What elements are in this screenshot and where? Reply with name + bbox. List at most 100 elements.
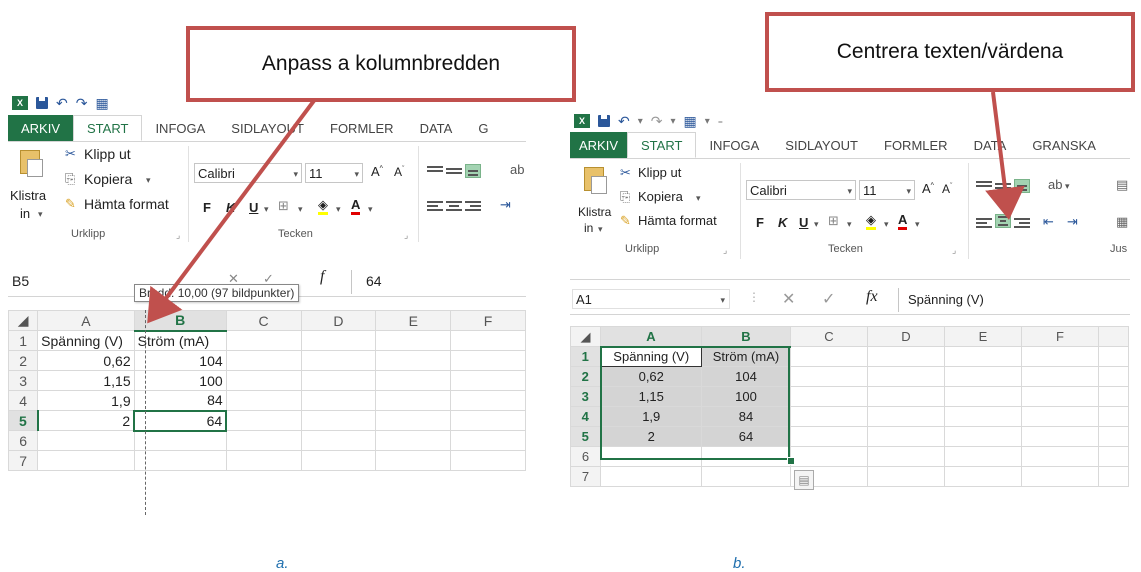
font-size-select[interactable]: 11 ▾ [305,163,363,183]
cell[interactable] [225,370,302,391]
name-box[interactable]: B5 [12,273,29,289]
quick-analysis-icon[interactable]: ▤ [794,470,814,490]
cell-a2[interactable]: 0,62 [37,350,135,371]
row-header[interactable]: 1 [570,346,602,367]
orientation-icon[interactable]: ab ▾ [1048,177,1070,192]
cell[interactable] [790,366,868,387]
paste-sub-label[interactable]: in [20,206,30,221]
cell-a3[interactable]: 1,15 [600,386,702,407]
tab-infoga[interactable]: INFOGA [696,132,772,158]
tab-arkiv[interactable]: ARKIV [570,132,628,158]
column-header-f[interactable]: F [450,310,526,331]
cell[interactable] [867,426,945,447]
cell[interactable] [450,350,526,371]
tab-data[interactable]: DATA [961,132,1020,158]
cell[interactable] [225,450,302,471]
cell[interactable] [944,446,1022,467]
paste-dropdown-icon[interactable]: ▾ [598,224,603,235]
font-color-icon[interactable]: A [898,212,908,230]
row-header[interactable]: 4 [8,390,39,411]
cell-a5[interactable]: 2 [600,426,702,447]
row-header[interactable]: 6 [570,446,601,467]
cell-a5[interactable]: 2 [37,410,135,431]
cell[interactable] [375,430,452,451]
align-left-icon[interactable] [976,216,992,230]
cell[interactable] [1098,406,1129,427]
indent-icon[interactable]: ⇥ [500,197,511,213]
fx-icon[interactable]: fx [866,288,878,306]
font-color-dropdown-icon[interactable]: ▾ [915,219,920,230]
cell[interactable] [225,350,302,371]
cell[interactable] [867,366,945,387]
decrease-indent-icon[interactable]: ⇤ [1043,214,1054,230]
fill-handle[interactable] [787,457,795,465]
row-header[interactable]: 2 [8,350,39,371]
font-color-dropdown-icon[interactable]: ▾ [368,204,373,215]
column-header-c[interactable]: C [225,310,302,331]
cell[interactable] [944,426,1022,447]
cut-icon[interactable]: ✂ [65,146,76,162]
column-header-e[interactable]: E [944,326,1022,347]
align-top-icon[interactable] [427,164,443,178]
fill-color-icon[interactable]: ◈ [318,198,328,215]
paste-icon[interactable] [584,167,607,194]
cell-b5[interactable]: 64 [701,426,791,447]
paste-button[interactable]: Klistra [10,188,46,203]
cell[interactable] [944,386,1022,407]
copy-dropdown-icon[interactable]: ▾ [696,193,701,204]
cell[interactable] [1098,426,1129,447]
cell-a3[interactable]: 1,15 [37,370,135,391]
cell-b2[interactable]: 104 [701,366,791,387]
cell[interactable] [375,350,452,371]
clipboard-launcher-icon[interactable]: ⌟ [723,245,727,256]
row-header[interactable]: 2 [570,366,602,387]
column-header-d[interactable]: D [300,310,377,331]
customize-icon[interactable]: ₌ [718,116,723,127]
cell[interactable] [600,446,702,467]
cell[interactable] [133,450,227,471]
cell-b5-active[interactable]: 64 [133,409,228,432]
save-icon[interactable] [598,115,610,127]
grow-font-icon[interactable]: A^ [371,164,383,179]
copy-button[interactable]: Kopiera [638,189,683,204]
row-header[interactable]: 5 [8,410,39,431]
align-middle-icon[interactable] [446,166,462,180]
cancel-icon[interactable]: ✕ [782,289,795,309]
column-header-a[interactable]: A [37,310,135,331]
cell[interactable] [450,370,526,391]
font-color-icon[interactable]: A [351,197,361,215]
chevron-down-icon[interactable]: ▾ [705,116,710,127]
underline-dropdown-icon[interactable]: ▾ [814,219,819,230]
paste-dropdown-icon[interactable]: ▾ [38,209,43,220]
cell[interactable] [300,390,377,411]
cell-b1[interactable]: Ström (mA) [701,346,791,367]
cell[interactable] [944,366,1022,387]
cell[interactable] [790,426,868,447]
italic-button[interactable]: K [778,215,787,230]
cell[interactable] [1021,426,1099,447]
tab-sidlayout[interactable]: SIDLAYOUT [772,132,871,158]
wrap-text-icon[interactable]: ▤ [1116,177,1128,193]
align-right-icon[interactable] [465,199,481,213]
align-right-icon[interactable] [1014,216,1030,230]
cell[interactable] [1021,346,1099,367]
format-painter-icon[interactable]: ✎ [620,213,631,229]
undo-icon[interactable]: ↶ [56,96,68,110]
cell[interactable] [944,466,1022,487]
column-header-d[interactable]: D [867,326,945,347]
column-header-b[interactable]: B [133,310,227,332]
cell[interactable] [450,390,526,411]
paste-sub-label[interactable]: in [584,221,593,235]
merge-cells-icon[interactable]: ▦ [1116,214,1128,230]
cell[interactable] [701,466,791,487]
underline-button[interactable]: U [249,200,258,215]
cell[interactable] [225,410,302,431]
paste-icon[interactable] [20,150,43,177]
cell[interactable] [300,330,377,351]
paste-button[interactable]: Klistra [578,205,611,219]
cell-b1[interactable]: Ström (mA) [133,330,227,351]
cell[interactable] [867,406,945,427]
chart-icon[interactable]: ▦ [684,114,697,128]
shrink-font-icon[interactable]: Aˇ [394,165,404,179]
chevron-down-icon[interactable]: ▾ [671,116,676,127]
